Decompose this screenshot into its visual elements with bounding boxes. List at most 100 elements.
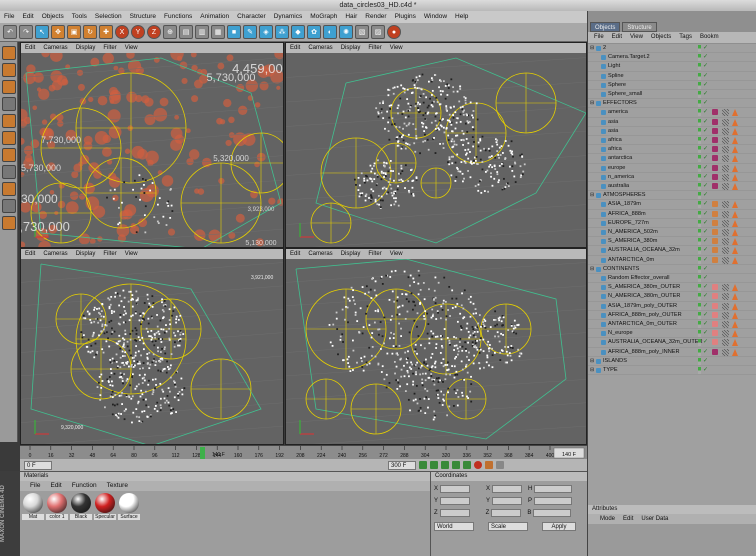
effector-tag-icon[interactable] (722, 109, 729, 117)
prev-frame-icon[interactable] (430, 461, 438, 469)
check-icon[interactable]: ✓ (703, 274, 708, 283)
effector-tag-icon[interactable] (722, 201, 729, 209)
object-row[interactable]: N_europe ✓ (588, 329, 756, 339)
menu-mograph[interactable]: MoGraph (306, 11, 341, 23)
object-row[interactable]: AFRICA_888m_poly_OUTER ✓ (588, 311, 756, 320)
material-tag-icon[interactable] (712, 210, 718, 217)
menu-animation[interactable]: Animation (196, 11, 233, 23)
check-icon[interactable]: ✓ (703, 246, 708, 255)
check-icon[interactable]: ✓ (703, 200, 708, 209)
visibility-dots-icon[interactable] (698, 321, 701, 328)
menu-plugins[interactable]: Plugins (391, 11, 420, 23)
point-mode-icon[interactable] (1, 114, 16, 128)
material-tag-icon[interactable] (712, 155, 718, 162)
check-icon[interactable]: ✓ (703, 219, 708, 228)
keyframe-selection-icon[interactable] (496, 461, 504, 469)
render-view-icon[interactable]: ▤ (179, 25, 193, 39)
check-icon[interactable]: ✓ (703, 191, 708, 200)
triangle-tag-icon[interactable] (732, 127, 738, 135)
size-mode-select[interactable]: Scale (488, 522, 528, 531)
effector-tag-icon[interactable] (722, 321, 729, 328)
object-row[interactable]: asia ✓ (588, 127, 756, 136)
visibility-dots-icon[interactable] (698, 45, 701, 52)
material-tag-icon[interactable] (712, 229, 718, 235)
material-tag-icon[interactable] (712, 137, 718, 143)
object-menu-view[interactable]: View (630, 32, 643, 43)
visibility-dots-icon[interactable] (698, 256, 701, 264)
effector-tag-icon[interactable] (722, 256, 729, 264)
viewport-menu-filter[interactable]: Filter (103, 43, 116, 53)
timeline-ruler[interactable]: 0 16 32 48 64 80 96 112 128 144 160 176 192 208 224 240… (20, 445, 587, 459)
layout-icon[interactable]: ▧ (355, 25, 369, 39)
triangle-tag-icon[interactable] (732, 311, 738, 319)
check-icon[interactable]: ✓ (703, 44, 708, 53)
material-tag-icon[interactable] (712, 293, 718, 300)
visibility-dots-icon[interactable] (698, 265, 701, 273)
play-icon[interactable] (441, 461, 449, 469)
expand-icon[interactable]: ⊟ (590, 99, 594, 108)
object-row[interactable]: AUSTRALIA_OCEANA_32m_OUTER ✓ (588, 338, 756, 348)
record-key-icon[interactable] (474, 461, 482, 469)
viewport-top-right[interactable]: Edit Cameras Display Filter View (285, 42, 587, 248)
texture-mode-icon[interactable] (1, 80, 16, 94)
coordinate-mode-select[interactable]: World (434, 522, 474, 531)
check-icon[interactable]: ✓ (703, 348, 708, 357)
render-picture-icon[interactable]: ▥ (195, 25, 209, 39)
object-row[interactable]: africa ✓ (588, 145, 756, 155)
go-to-end-icon[interactable] (463, 461, 471, 469)
apply-button[interactable]: Apply (542, 522, 576, 531)
viewport-perspective-top-left[interactable]: Edit Cameras Display Filter View 5,730,000 4,… (20, 42, 284, 248)
material-tag-icon[interactable] (712, 330, 718, 337)
menu-objects[interactable]: Objects (38, 11, 68, 23)
material-tag-icon[interactable] (712, 173, 718, 180)
visibility-dots-icon[interactable] (698, 330, 701, 338)
visibility-dots-icon[interactable] (698, 247, 701, 255)
effector-tag-icon[interactable] (722, 229, 729, 236)
move-tool-icon[interactable]: ✥ (51, 25, 65, 39)
object-menu-file[interactable]: File (594, 32, 604, 43)
object-row[interactable]: N_AMERICA_380m_OUTER ✓ (588, 292, 756, 302)
size-field[interactable] (492, 485, 523, 493)
object-row[interactable]: ⊟ 2 ✓ (588, 44, 756, 54)
object-row[interactable]: AFRICA_888m ✓ (588, 210, 756, 219)
x-axis-lock-button[interactable]: X (115, 25, 129, 39)
scene-icon[interactable]: ✿ (307, 25, 321, 39)
check-icon[interactable]: ✓ (703, 256, 708, 265)
visibility-dots-icon[interactable] (698, 219, 701, 227)
material-tag-icon[interactable] (712, 256, 718, 263)
expand-icon[interactable]: ⊟ (590, 265, 594, 274)
check-icon[interactable]: ✓ (703, 228, 708, 237)
visibility-dots-icon[interactable] (698, 183, 701, 190)
visibility-dots-icon[interactable] (698, 54, 701, 62)
object-row[interactable]: EUROPE_727m ✓ (588, 219, 756, 228)
tab-objects[interactable]: Objects (590, 22, 621, 32)
viewport-menu-filter[interactable]: Filter (368, 249, 381, 259)
record-icon[interactable]: ● (387, 25, 401, 39)
triangle-tag-icon[interactable] (732, 109, 738, 117)
object-row[interactable]: ASIA_1879m_poly_OUTER ✓ (588, 302, 756, 311)
expand-icon[interactable]: ⊟ (590, 357, 594, 366)
material-tag-icon[interactable] (712, 339, 718, 346)
scale-tool-icon[interactable]: ▣ (67, 25, 81, 39)
material-tag-icon[interactable] (712, 183, 718, 189)
array-icon[interactable]: ⁂ (275, 25, 289, 39)
object-row[interactable]: ⊟ TYPE ✓ (588, 366, 756, 376)
material-swatch[interactable]: Surface (118, 493, 140, 520)
effector-tag-icon[interactable] (722, 247, 729, 255)
uv-mode-icon[interactable] (1, 165, 16, 179)
check-icon[interactable]: ✓ (703, 108, 708, 117)
object-menu-bookm[interactable]: Bookm (700, 32, 719, 43)
visibility-dots-icon[interactable] (698, 293, 701, 301)
check-icon[interactable]: ✓ (703, 237, 708, 246)
visibility-dots-icon[interactable] (698, 192, 701, 200)
effector-tag-icon[interactable] (722, 118, 729, 126)
triangle-tag-icon[interactable] (732, 173, 738, 181)
effector-tag-icon[interactable] (722, 164, 729, 172)
check-icon[interactable]: ✓ (703, 357, 708, 366)
triangle-tag-icon[interactable] (732, 339, 738, 347)
object-row[interactable]: AUSTRALIA_OCEANA_32m ✓ (588, 246, 756, 256)
attribute-menu-mode[interactable]: Mode (600, 514, 615, 524)
visibility-dots-icon[interactable] (698, 201, 701, 209)
render-settings-icon[interactable]: ▦ (211, 25, 225, 39)
visibility-dots-icon[interactable] (698, 118, 701, 126)
